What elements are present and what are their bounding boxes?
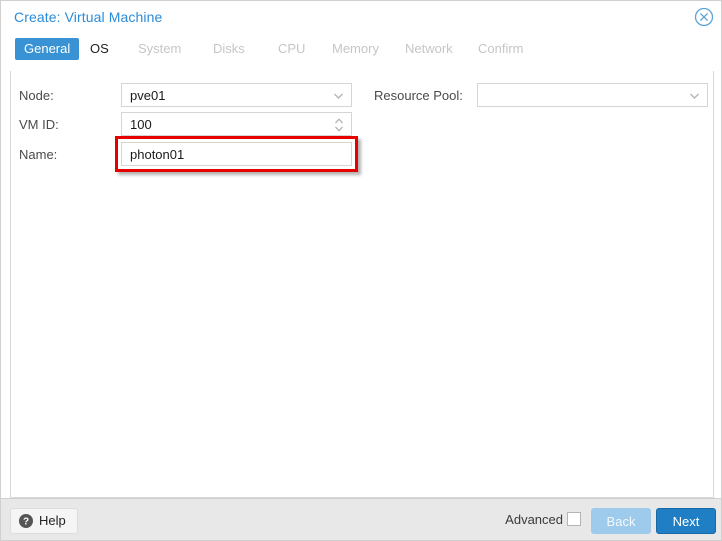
- general-tab-panel: Node: pve01 Resource Pool: VM ID: 100 Na…: [10, 71, 714, 498]
- node-select[interactable]: pve01: [121, 83, 352, 107]
- chevron-down-icon[interactable]: [689, 91, 700, 101]
- advanced-checkbox[interactable]: [567, 512, 581, 526]
- node-label: Node:: [19, 88, 54, 103]
- name-input[interactable]: photon01: [121, 142, 352, 166]
- close-icon[interactable]: [694, 7, 714, 27]
- tab-confirm[interactable]: Confirm: [469, 38, 533, 60]
- wizard-tabs: General OS System Disks CPU Memory Netwo…: [1, 33, 721, 70]
- vmid-label: VM ID:: [19, 117, 59, 132]
- chevron-down-icon[interactable]: [333, 91, 344, 101]
- name-label: Name:: [19, 147, 58, 162]
- tab-memory[interactable]: Memory: [323, 38, 388, 60]
- node-value: pve01: [130, 88, 166, 103]
- vmid-stepper[interactable]: 100: [121, 112, 352, 136]
- help-button-label: Help: [39, 513, 66, 528]
- svg-text:?: ?: [23, 517, 29, 528]
- help-button[interactable]: ? Help: [10, 508, 78, 534]
- vmid-value: 100: [130, 117, 152, 132]
- tab-network[interactable]: Network: [396, 38, 462, 60]
- next-button[interactable]: Next: [656, 508, 716, 534]
- resource-pool-label: Resource Pool:: [374, 88, 463, 103]
- tab-disks[interactable]: Disks: [204, 38, 254, 60]
- resource-pool-select[interactable]: [477, 83, 708, 107]
- tab-cpu[interactable]: CPU: [269, 38, 314, 60]
- page-title: Create: Virtual Machine: [14, 9, 163, 25]
- back-button[interactable]: Back: [591, 508, 651, 534]
- dialog-header: Create: Virtual Machine: [1, 1, 721, 33]
- tab-general[interactable]: General: [15, 38, 80, 60]
- advanced-checkbox-label: Advanced: [505, 512, 563, 527]
- question-circle-icon: ?: [19, 514, 33, 528]
- dialog-footer: ? Help Advanced Back Next: [1, 498, 721, 540]
- create-vm-dialog: Create: Virtual Machine General OS Syste…: [0, 0, 722, 541]
- spinner-updown-icon[interactable]: [333, 116, 345, 134]
- tab-os[interactable]: OS: [81, 38, 118, 60]
- tab-system[interactable]: System: [129, 38, 190, 60]
- name-value: photon01: [130, 147, 185, 162]
